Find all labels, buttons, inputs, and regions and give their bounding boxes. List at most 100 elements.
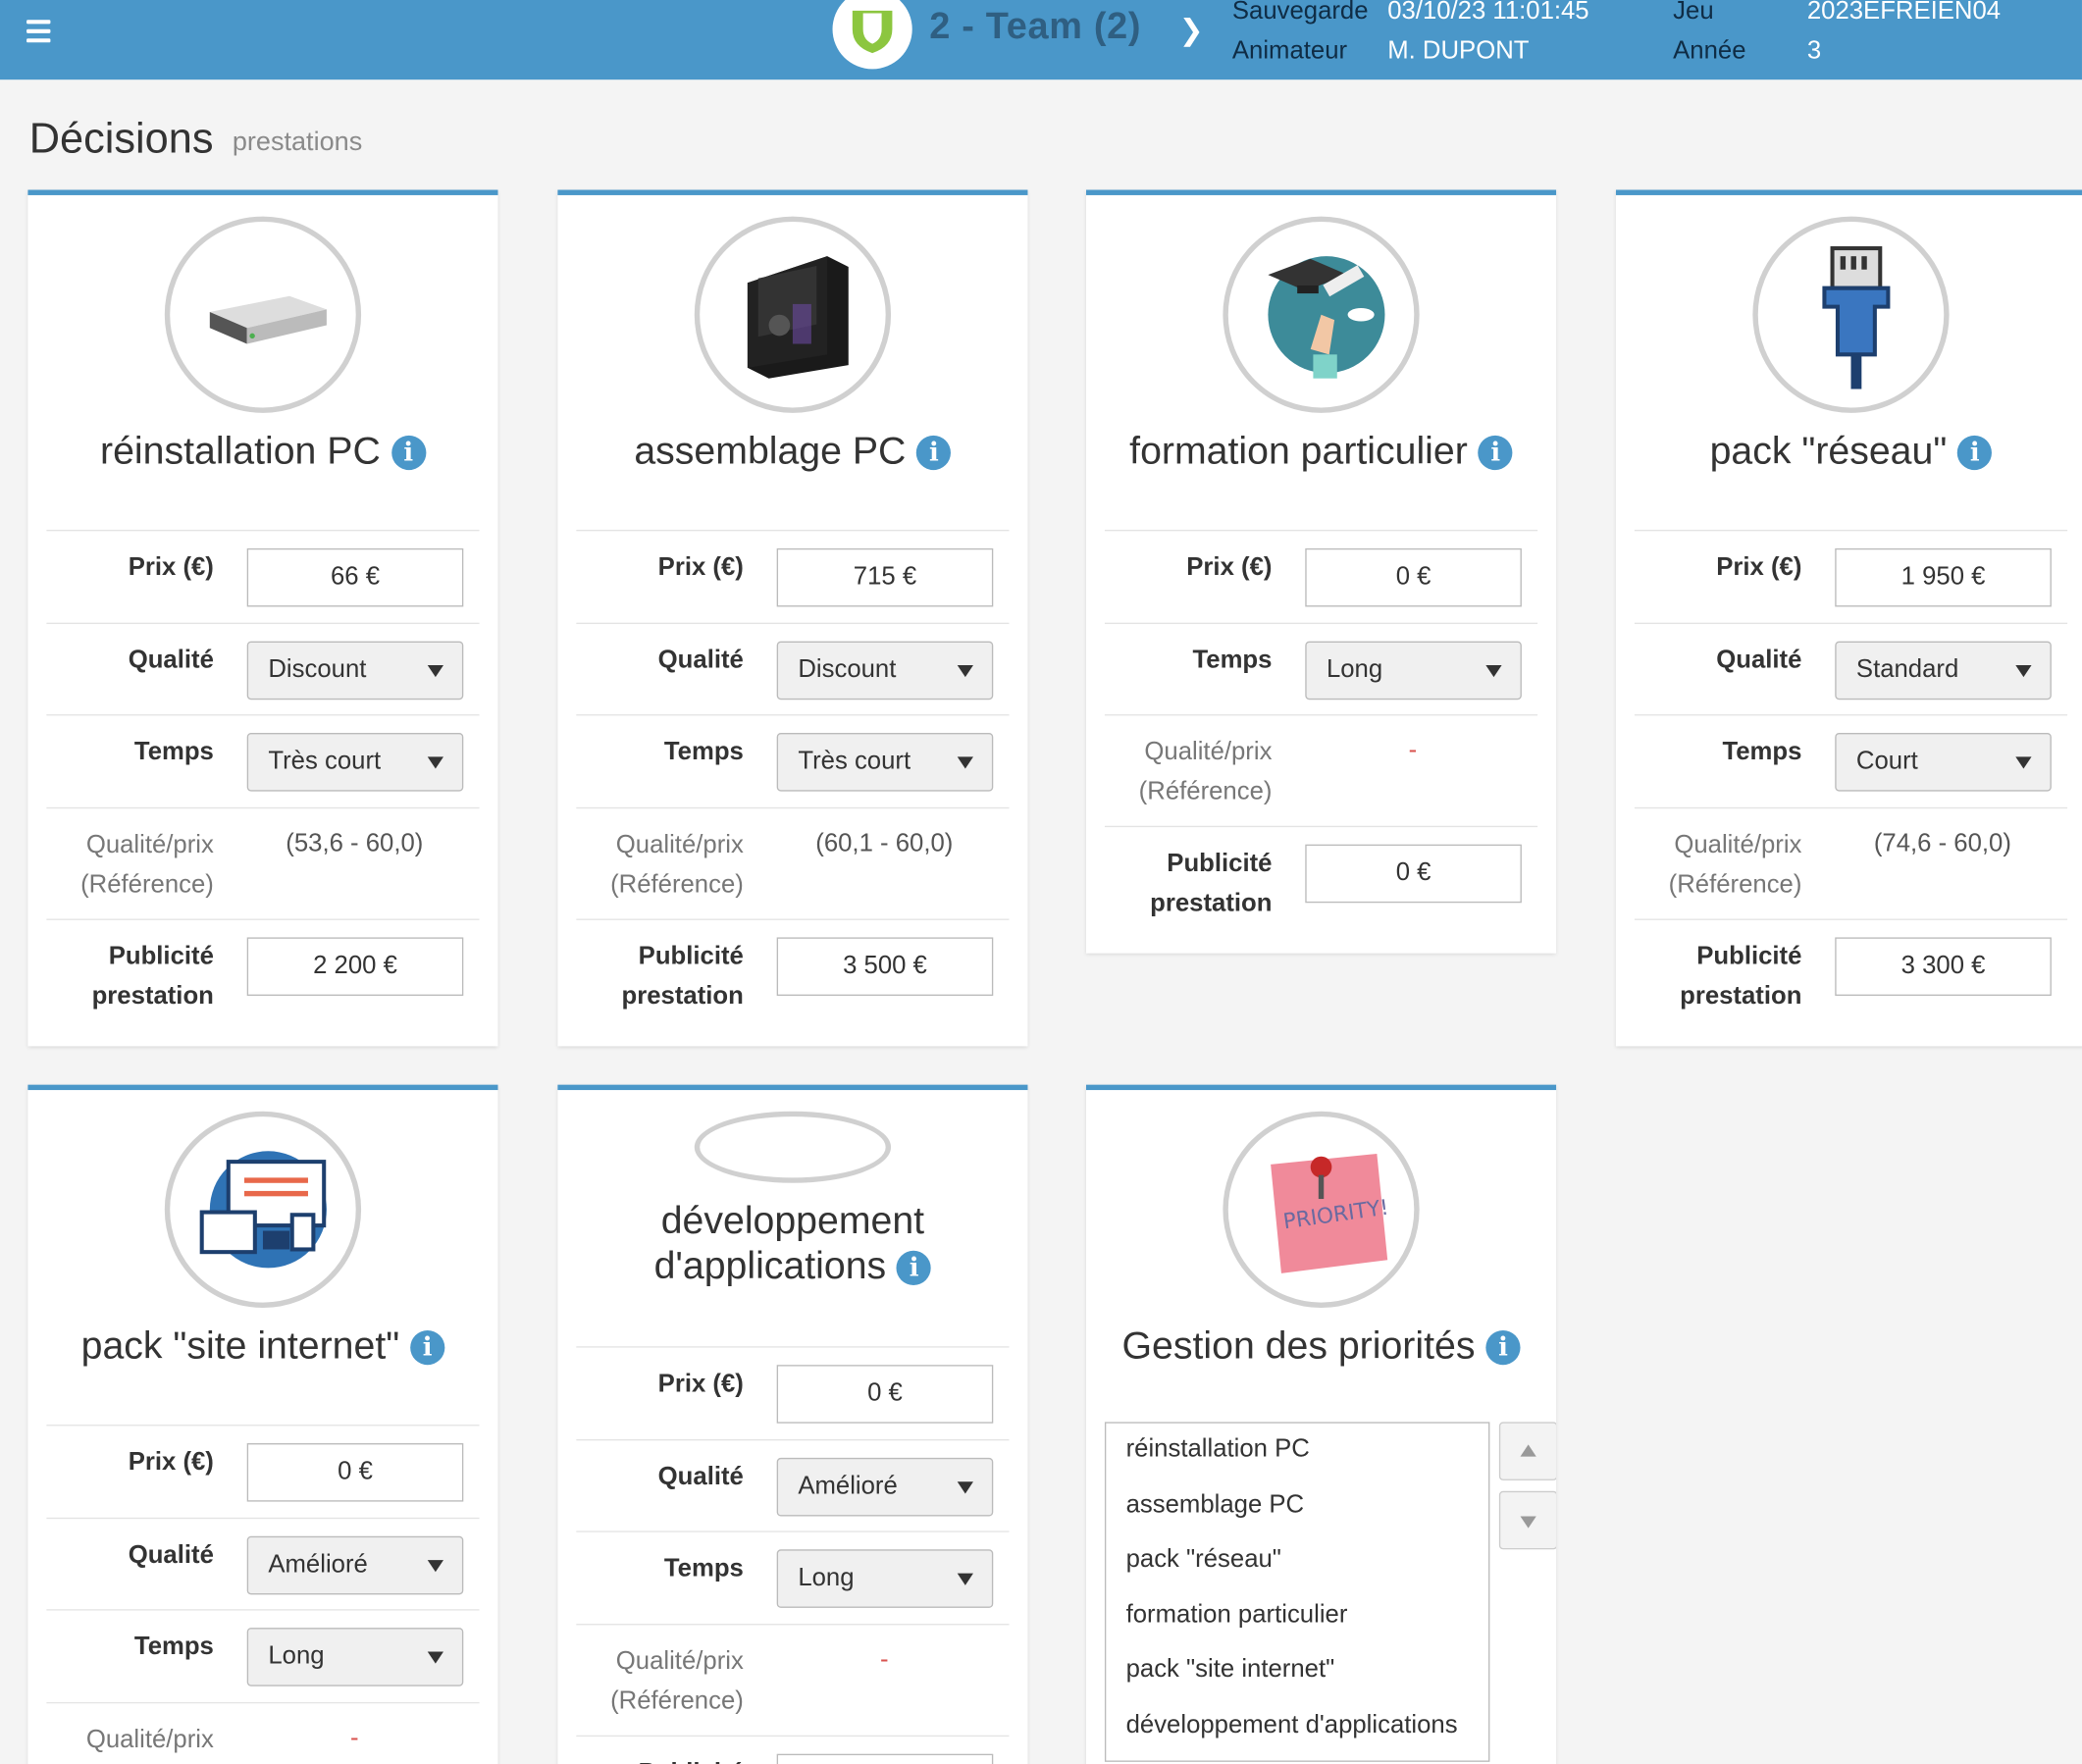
list-item[interactable]: assemblage PC bbox=[1126, 1491, 1305, 1521]
list-item[interactable]: pack "site internet" bbox=[1126, 1656, 1335, 1686]
info-icon[interactable]: i bbox=[897, 1250, 932, 1285]
info-icon[interactable]: i bbox=[410, 1330, 445, 1366]
price-input[interactable]: 715 € bbox=[776, 547, 994, 607]
price-label: Prix (€) bbox=[657, 553, 744, 582]
quality-select[interactable]: Amélioré bbox=[246, 1535, 464, 1595]
caret-down-icon bbox=[427, 756, 444, 769]
qp-label: Qualité/prix(Référence) bbox=[1668, 831, 1802, 900]
qp-label: Qualité/prix(Référence) bbox=[610, 831, 744, 900]
price-label: Prix (€) bbox=[1186, 553, 1273, 582]
pub-label: Publicité prestation bbox=[1150, 850, 1273, 918]
caret-down-icon bbox=[427, 1651, 444, 1664]
pub-input[interactable]: 2 200 € bbox=[246, 937, 464, 996]
game-value: 2023EFREIEN04 bbox=[1806, 0, 2002, 26]
menu-icon[interactable] bbox=[26, 20, 51, 43]
animator-value: M. DUPONT bbox=[1387, 36, 1530, 66]
caret-down-icon bbox=[957, 1481, 973, 1494]
time-label: Temps bbox=[133, 1633, 214, 1661]
caret-down-icon bbox=[957, 665, 973, 678]
quality-select[interactable]: Standard bbox=[1835, 641, 2052, 700]
info-icon[interactable]: i bbox=[1485, 1330, 1521, 1366]
time-select[interactable]: Court bbox=[1835, 733, 2052, 792]
card-title: développement d'applications i bbox=[557, 1199, 1027, 1289]
price-input[interactable]: 1 950 € bbox=[1835, 547, 2052, 607]
pub-label: Publicité bbox=[557, 1754, 744, 1764]
qp-value: - bbox=[880, 1646, 889, 1675]
price-input[interactable]: 0 € bbox=[776, 1365, 994, 1424]
move-up-button[interactable] bbox=[1498, 1422, 1557, 1480]
card-reinstallation-pc: réinstallation PC i Prix (€) 66 € Qualit… bbox=[27, 189, 498, 1047]
card-pack-reseau: pack "réseau" i Prix (€) 1 950 € Qualité… bbox=[1615, 189, 2082, 1047]
list-item[interactable]: réinstallation PC bbox=[1126, 1435, 1310, 1465]
caret-down-icon bbox=[2015, 756, 2032, 769]
team-name: 2 - Team (2) bbox=[929, 5, 1142, 47]
info-icon[interactable]: i bbox=[1478, 435, 1513, 471]
year-label: Année bbox=[1673, 36, 1746, 66]
priority-list[interactable]: réinstallation PC assemblage PC pack "ré… bbox=[1104, 1422, 1490, 1762]
time-label: Temps bbox=[133, 738, 214, 766]
pub-label: Publicité prestation bbox=[91, 942, 214, 1011]
top-bar: 2 - Team (2) ❯ Sauvegarde 03/10/23 11:01… bbox=[0, 0, 2082, 80]
qp-value: (74,6 - 60,0) bbox=[1873, 829, 2011, 858]
qp-value: (60,1 - 60,0) bbox=[815, 829, 954, 858]
time-select[interactable]: Long bbox=[1305, 641, 1522, 700]
arrow-up-icon bbox=[1520, 1444, 1536, 1457]
team-logo bbox=[832, 0, 912, 70]
qp-label: Qualité/prix(Référence) bbox=[85, 1726, 214, 1754]
quality-label: Qualité bbox=[1716, 647, 1802, 675]
time-label: Temps bbox=[663, 1554, 744, 1583]
card-formation-particulier: formation particulier i Prix (€) 0 € Tem… bbox=[1085, 189, 1557, 954]
info-icon[interactable]: i bbox=[1957, 435, 1993, 471]
time-select[interactable]: Très court bbox=[246, 733, 464, 792]
list-item[interactable]: formation particulier bbox=[1126, 1601, 1348, 1631]
save-value: 03/10/23 11:01:45 bbox=[1387, 0, 1589, 26]
pub-input[interactable] bbox=[776, 1753, 994, 1764]
caret-down-icon bbox=[2015, 665, 2032, 678]
price-label: Prix (€) bbox=[128, 1448, 214, 1477]
card-title: Gestion des priorités i bbox=[1086, 1323, 1556, 1369]
app-dev-icon bbox=[694, 1111, 892, 1183]
hard-drive-icon bbox=[164, 216, 362, 413]
quality-select[interactable]: Discount bbox=[776, 641, 994, 700]
qp-value: (53,6 - 60,0) bbox=[286, 829, 424, 858]
shield-icon bbox=[852, 10, 893, 54]
time-label: Temps bbox=[1722, 738, 1802, 766]
time-select[interactable]: Long bbox=[776, 1549, 994, 1608]
quality-select[interactable]: Amélioré bbox=[776, 1457, 994, 1517]
pub-label: Publicité prestation bbox=[621, 942, 744, 1011]
caret-down-icon bbox=[957, 1573, 973, 1585]
caret-down-icon bbox=[427, 665, 444, 678]
price-input[interactable]: 66 € bbox=[246, 547, 464, 607]
qp-label: Qualité/prix(Référence) bbox=[610, 1647, 744, 1716]
qp-value: - bbox=[350, 1724, 359, 1753]
caret-down-icon bbox=[957, 756, 973, 769]
card-title: assemblage PC i bbox=[557, 429, 1027, 474]
info-icon[interactable]: i bbox=[390, 435, 426, 471]
qp-label: Qualité/prix(Référence) bbox=[80, 831, 214, 900]
time-select[interactable]: Long bbox=[246, 1628, 464, 1686]
card-title: pack "site internet" i bbox=[27, 1323, 497, 1369]
price-input[interactable]: 0 € bbox=[1305, 547, 1522, 607]
pub-input[interactable]: 3 500 € bbox=[776, 937, 994, 996]
price-input[interactable]: 0 € bbox=[246, 1443, 464, 1502]
time-select[interactable]: Très court bbox=[776, 733, 994, 792]
chevron-right-icon[interactable]: ❯ bbox=[1179, 14, 1204, 48]
quality-label: Qualité bbox=[128, 1541, 214, 1570]
caret-down-icon bbox=[427, 1560, 444, 1573]
quality-select[interactable]: Discount bbox=[246, 641, 464, 700]
network-cable-icon bbox=[1752, 216, 1950, 413]
quality-label: Qualité bbox=[128, 647, 214, 675]
website-devices-icon bbox=[164, 1111, 362, 1309]
card-gestion-priorites: PRIORITY! Gestion des priorités i réinst… bbox=[1085, 1084, 1557, 1764]
list-item[interactable]: pack "réseau" bbox=[1126, 1545, 1281, 1575]
card-title: formation particulier i bbox=[1086, 429, 1556, 474]
list-item[interactable]: développement d'applications bbox=[1126, 1711, 1458, 1740]
card-title: pack "réseau" i bbox=[1616, 429, 2082, 474]
info-icon[interactable]: i bbox=[916, 435, 952, 471]
card-assemblage-pc: assemblage PC i Prix (€) 715 € Qualité D… bbox=[557, 189, 1028, 1047]
move-down-button[interactable] bbox=[1498, 1490, 1557, 1550]
qp-label: Qualité/prix(Référence) bbox=[1138, 738, 1273, 806]
pub-input[interactable]: 0 € bbox=[1305, 844, 1522, 904]
pub-input[interactable]: 3 300 € bbox=[1835, 937, 2052, 996]
time-label: Temps bbox=[1192, 647, 1273, 675]
